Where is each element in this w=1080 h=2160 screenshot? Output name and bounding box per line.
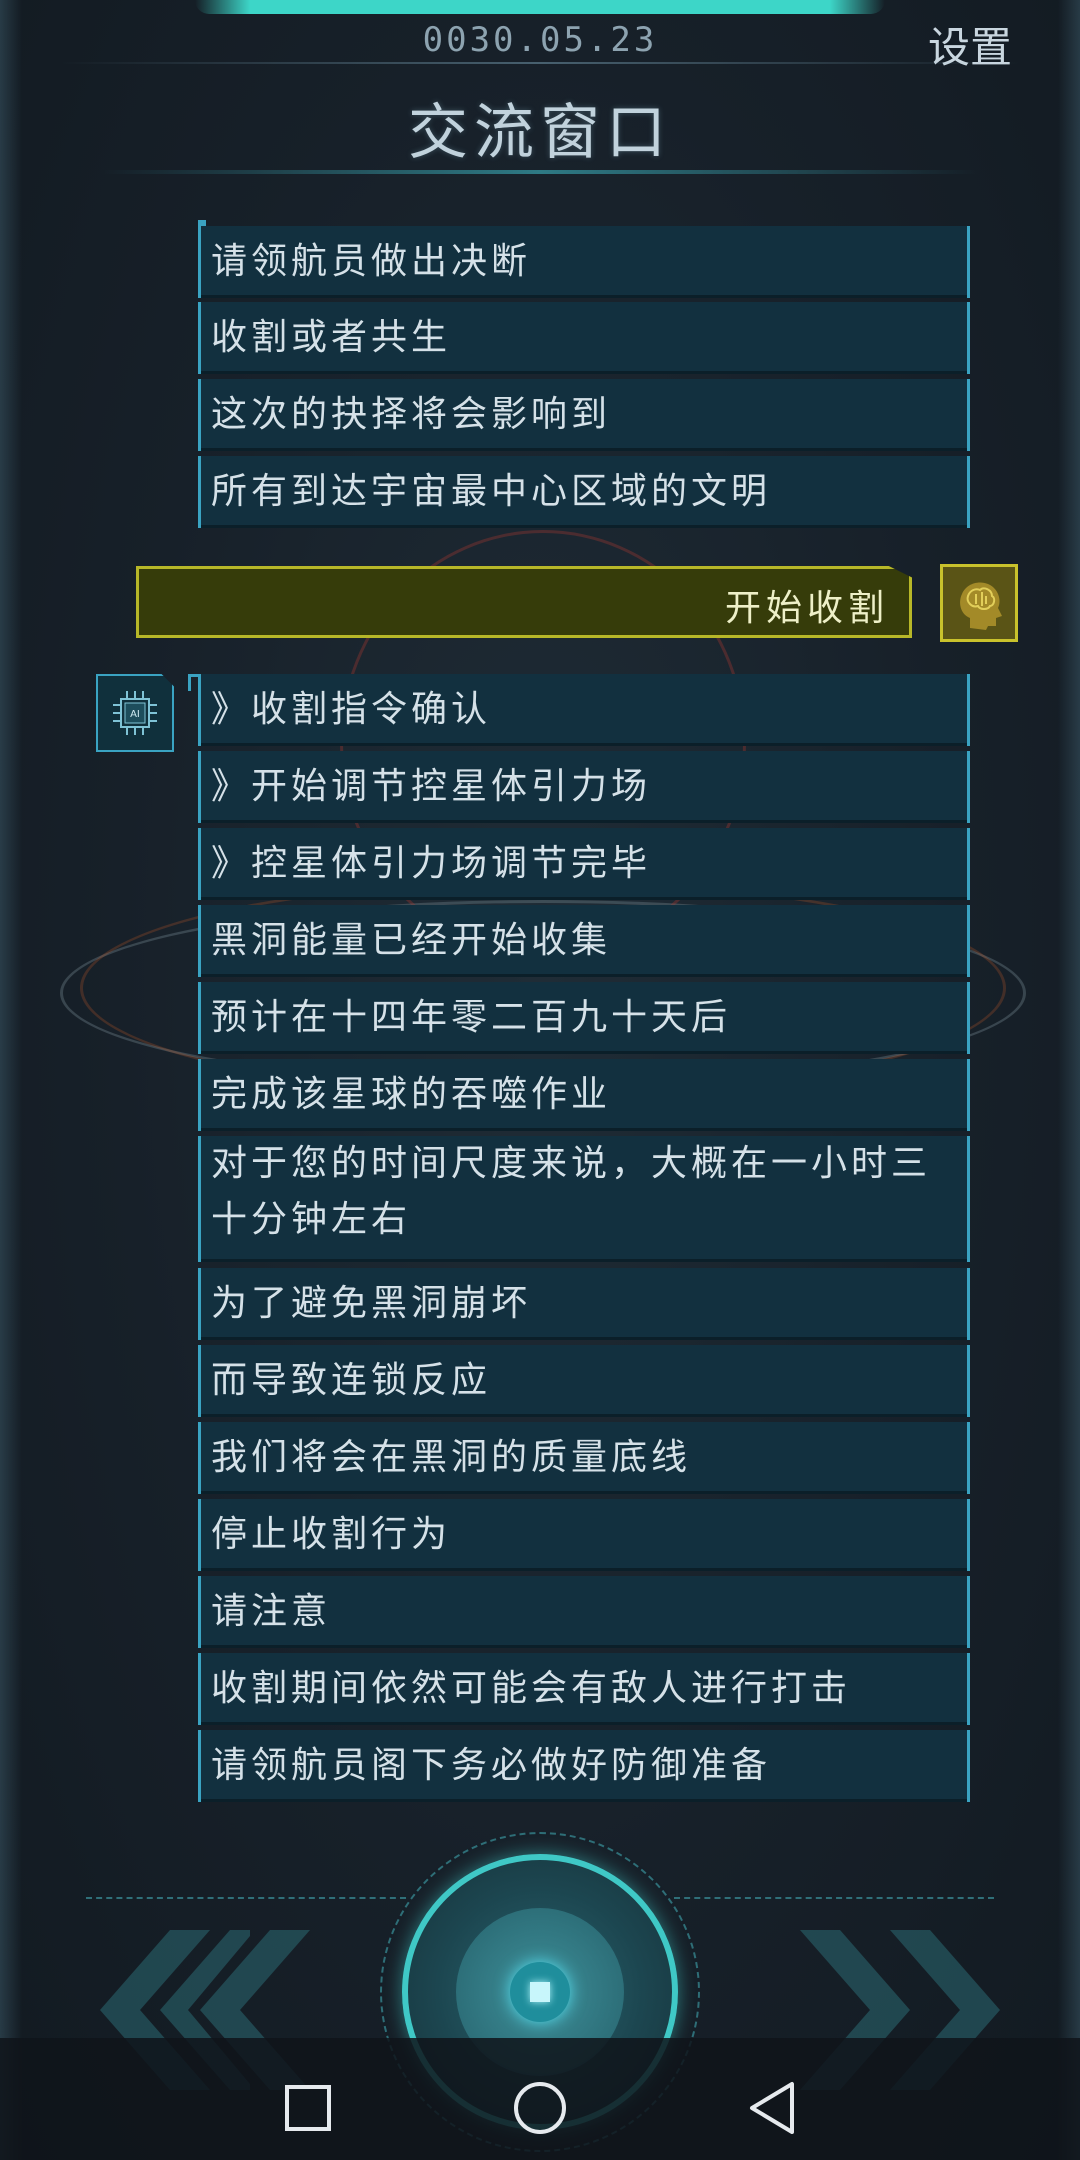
chat-screen: 0030.05.23 设置 交流窗口 请领航员做出决断 收割或者共生 这次的抉择… bbox=[0, 0, 1080, 2160]
control-dash-line bbox=[674, 1897, 994, 1899]
settings-button[interactable]: 设置 bbox=[928, 14, 1012, 75]
top-accent-bar bbox=[195, 0, 885, 14]
ai-message-text: 对于您的时间尺度来说，大概在一小时三十分钟左右 bbox=[211, 1143, 932, 1240]
ai-message-text: 黑洞能量已经开始收集 bbox=[211, 920, 612, 961]
ai-message-text: 收割期间依然可能会有敌人进行打击 bbox=[211, 1668, 852, 1709]
ai-message-text: 停止收割行为 bbox=[211, 1514, 452, 1555]
ai-message: 对于您的时间尺度来说，大概在一小时三十分钟左右 bbox=[198, 1136, 970, 1262]
ai-chip-icon: AI bbox=[113, 691, 157, 735]
recent-apps-button[interactable] bbox=[278, 2078, 338, 2138]
ai-message-text: 》控星体引力场调节完毕 bbox=[211, 843, 652, 884]
side-frame-right bbox=[1058, 0, 1080, 2160]
ai-message-text: 我们将会在黑洞的质量底线 bbox=[211, 1437, 692, 1478]
ai-avatar: AI bbox=[96, 674, 174, 752]
ai-message: 我们将会在黑洞的质量底线 bbox=[198, 1422, 970, 1494]
ai-message: 而导致连锁反应 bbox=[198, 1345, 970, 1417]
date-display: 0030.05.23 bbox=[422, 20, 658, 60]
header-divider bbox=[100, 170, 980, 174]
ai-message-text: 请注意 bbox=[211, 1591, 332, 1632]
square-icon bbox=[285, 2085, 331, 2131]
ai-chip-label: AI bbox=[130, 709, 140, 720]
user-avatar bbox=[940, 564, 1018, 642]
side-frame-left bbox=[0, 0, 22, 2160]
ai-message: 请注意 bbox=[198, 1576, 970, 1648]
home-button[interactable] bbox=[510, 2078, 570, 2138]
ai-message-text: 完成该星球的吞噬作业 bbox=[211, 1074, 612, 1115]
ai-message-text: 所有到达宇宙最中心区域的文明 bbox=[211, 471, 772, 512]
ai-message: 》控星体引力场调节完毕 bbox=[198, 828, 970, 900]
ai-message: 这次的抉择将会影响到 bbox=[198, 379, 970, 451]
ai-message: 停止收割行为 bbox=[198, 1499, 970, 1571]
ai-message: 所有到达宇宙最中心区域的文明 bbox=[198, 456, 970, 528]
ai-message: 黑洞能量已经开始收集 bbox=[198, 905, 970, 977]
ai-message-text: 而导致连锁反应 bbox=[211, 1360, 492, 1401]
ai-message: 》开始调节控星体引力场 bbox=[198, 751, 970, 823]
ai-message: 》收割指令确认 bbox=[198, 674, 970, 746]
ai-message-text: 这次的抉择将会影响到 bbox=[211, 394, 612, 435]
triangle-back-icon bbox=[750, 2082, 794, 2134]
ai-message-text: 为了避免黑洞崩坏 bbox=[211, 1283, 532, 1324]
user-message: 开始收割 bbox=[136, 566, 912, 638]
ai-message: 预计在十四年零二百九十天后 bbox=[198, 982, 970, 1054]
ai-message-text: 预计在十四年零二百九十天后 bbox=[211, 997, 732, 1038]
control-dash-line bbox=[86, 1897, 406, 1899]
confirm-core-icon[interactable] bbox=[510, 1962, 570, 2022]
back-button[interactable] bbox=[742, 2078, 802, 2138]
ai-message-text: 》收割指令确认 bbox=[211, 689, 492, 730]
ai-message: 收割期间依然可能会有敌人进行打击 bbox=[198, 1653, 970, 1725]
ai-message: 完成该星球的吞噬作业 bbox=[198, 1059, 970, 1131]
page-title: 交流窗口 bbox=[408, 98, 672, 168]
ai-message: 收割或者共生 bbox=[198, 302, 970, 374]
header-divider bbox=[60, 62, 1020, 64]
brain-head-icon bbox=[960, 582, 1002, 630]
ai-message: 请领航员阁下务必做好防御准备 bbox=[198, 1730, 970, 1802]
ai-message-text: 请领航员阁下务必做好防御准备 bbox=[211, 1745, 772, 1786]
ai-message-text: 收割或者共生 bbox=[211, 317, 452, 358]
circle-icon bbox=[514, 2082, 566, 2134]
ai-message-text: 》开始调节控星体引力场 bbox=[211, 766, 652, 807]
ai-message: 请领航员做出决断 bbox=[198, 220, 970, 298]
ai-message-text: 请领航员做出决断 bbox=[211, 241, 532, 282]
ai-message: 为了避免黑洞崩坏 bbox=[198, 1268, 970, 1340]
